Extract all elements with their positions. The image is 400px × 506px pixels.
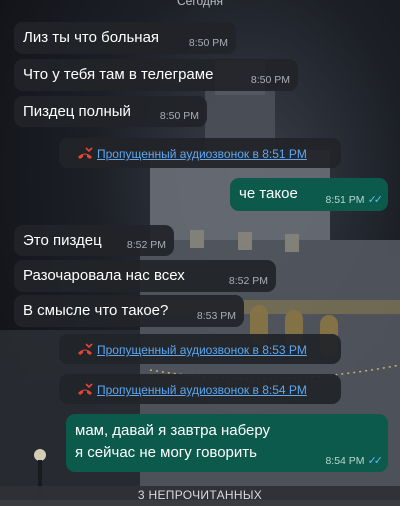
message-incoming[interactable]: Лиз ты что больная 8:50 PM bbox=[14, 22, 236, 54]
message-time: 8:50 PM bbox=[188, 37, 228, 49]
message-incoming[interactable]: Пиздец полный 8:50 PM bbox=[14, 96, 207, 127]
missed-call-icon bbox=[78, 147, 93, 159]
message-text: Это пиздец bbox=[23, 232, 102, 249]
unread-divider: 3 НЕПРОЧИТАННЫХ bbox=[0, 486, 400, 506]
message-text: мам, давай я завтра наберу я сейчас не м… bbox=[75, 420, 270, 464]
message-time: 8:52 PM bbox=[228, 275, 268, 287]
missed-call-link[interactable]: Пропущенный аудиозвонок в 8:51 PM bbox=[97, 147, 307, 161]
missed-call-link[interactable]: Пропущенный аудиозвонок в 8:53 PM bbox=[97, 343, 307, 357]
missed-call-icon bbox=[78, 343, 93, 355]
message-incoming[interactable]: Это пиздец 8:52 PM bbox=[14, 225, 174, 256]
message-time: 8:53 PM bbox=[196, 310, 236, 322]
message-line: я сейчас не могу говорить bbox=[75, 444, 257, 461]
message-time: 8:54 PM ✓✓ bbox=[325, 455, 384, 467]
message-text: Пиздец полный bbox=[23, 103, 131, 120]
message-time: 8:50 PM bbox=[159, 110, 199, 122]
message-text: Лиз ты что больная bbox=[23, 29, 160, 46]
message-incoming[interactable]: Что у тебя там в телеграме 8:50 PM bbox=[14, 59, 298, 91]
message-text: Что у тебя там в телеграме bbox=[23, 66, 214, 83]
read-ticks-icon: ✓✓ bbox=[367, 455, 384, 467]
read-ticks-icon: ✓✓ bbox=[367, 194, 384, 206]
message-text: Разочаровала нас всех bbox=[23, 267, 185, 284]
missed-call-notice[interactable]: Пропущенный аудиозвонок в 8:54 PM bbox=[59, 374, 341, 404]
date-divider: Сегодня bbox=[177, 0, 223, 8]
message-outgoing[interactable]: мам, давай я завтра наберу я сейчас не м… bbox=[66, 414, 388, 472]
missed-call-notice[interactable]: Пропущенный аудиозвонок в 8:51 PM bbox=[59, 138, 341, 168]
missed-call-notice[interactable]: Пропущенный аудиозвонок в 8:53 PM bbox=[59, 334, 341, 364]
message-time: 8:52 PM bbox=[126, 239, 166, 251]
message-text: че такое bbox=[239, 185, 298, 202]
message-text: В смысле что такое? bbox=[23, 302, 169, 319]
message-incoming[interactable]: В смысле что такое? 8:53 PM bbox=[14, 295, 244, 327]
message-outgoing[interactable]: че такое 8:51 PM ✓✓ bbox=[230, 178, 388, 211]
message-time: 8:51 PM ✓✓ bbox=[325, 194, 384, 206]
message-line: мам, давай я завтра наберу bbox=[75, 422, 271, 439]
message-time: 8:50 PM bbox=[250, 74, 290, 86]
missed-call-link[interactable]: Пропущенный аудиозвонок в 8:54 PM bbox=[97, 383, 307, 397]
message-incoming[interactable]: Разочаровала нас всех 8:52 PM bbox=[14, 260, 276, 292]
missed-call-icon bbox=[78, 383, 93, 395]
